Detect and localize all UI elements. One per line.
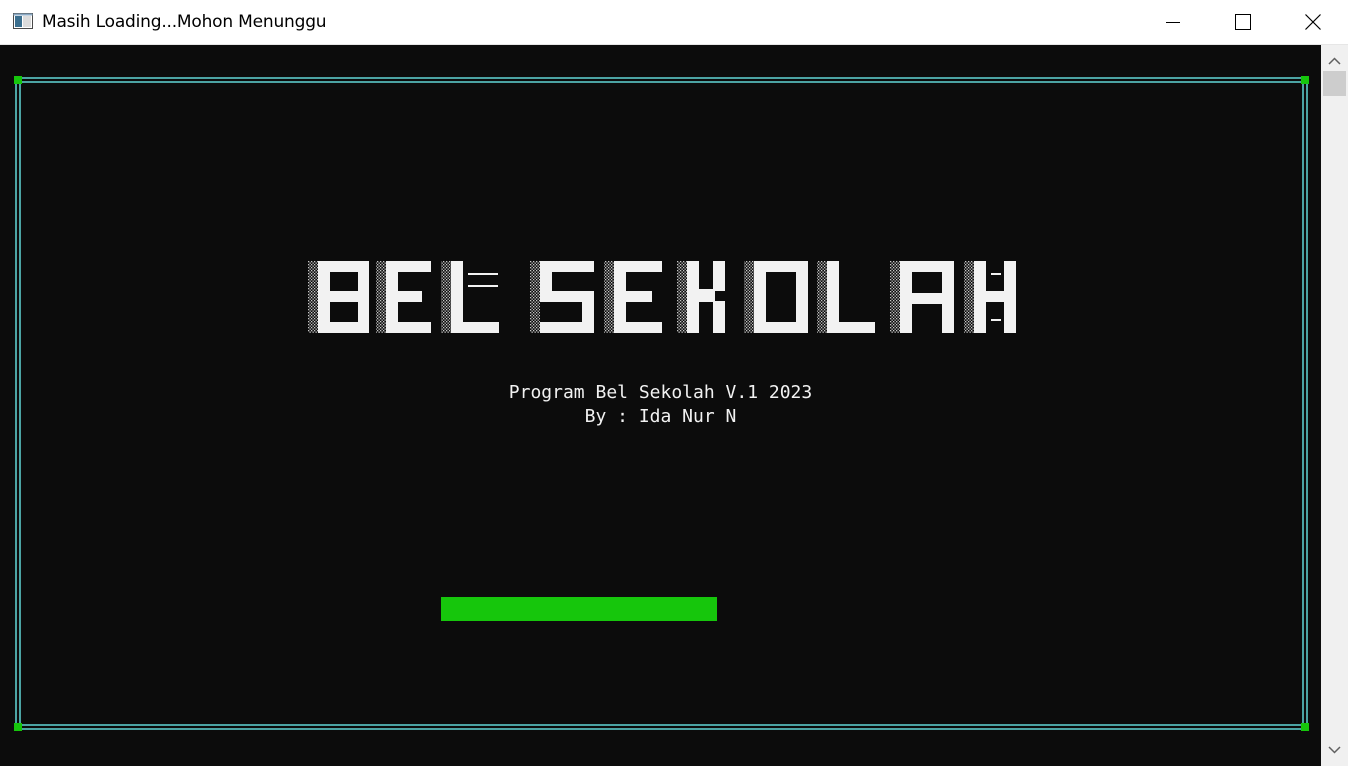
maximize-button[interactable] <box>1208 0 1278 45</box>
title-bar[interactable]: Masih Loading...Mohon Menunggu <box>0 0 1348 45</box>
minimize-button[interactable] <box>1138 0 1208 45</box>
console-window-icon <box>13 13 33 29</box>
program-subtitle: Program Bel Sekolah V.1 2023 <box>508 382 813 403</box>
close-button[interactable] <box>1278 0 1348 45</box>
chevron-up-icon <box>1328 57 1341 65</box>
window-title: Masih Loading...Mohon Menunggu <box>42 12 327 32</box>
scroll-up-button[interactable] <box>1321 51 1348 71</box>
scroll-thumb[interactable] <box>1323 71 1346 96</box>
console-window: Masih Loading...Mohon Menunggu Program B… <box>0 0 1348 766</box>
author-credit: By : Ida Nur N <box>584 406 737 427</box>
maximize-icon <box>1235 14 1251 30</box>
loading-progress-fill <box>441 597 717 621</box>
close-icon <box>1305 14 1321 30</box>
console-area: Program Bel Sekolah V.1 2023 By : Ida Nu… <box>0 45 1321 766</box>
loading-progress-bar <box>441 597 961 621</box>
scroll-down-button[interactable] <box>1321 740 1348 760</box>
chevron-down-icon <box>1328 746 1341 754</box>
minimize-icon <box>1166 22 1180 23</box>
vertical-scrollbar[interactable] <box>1321 45 1348 766</box>
